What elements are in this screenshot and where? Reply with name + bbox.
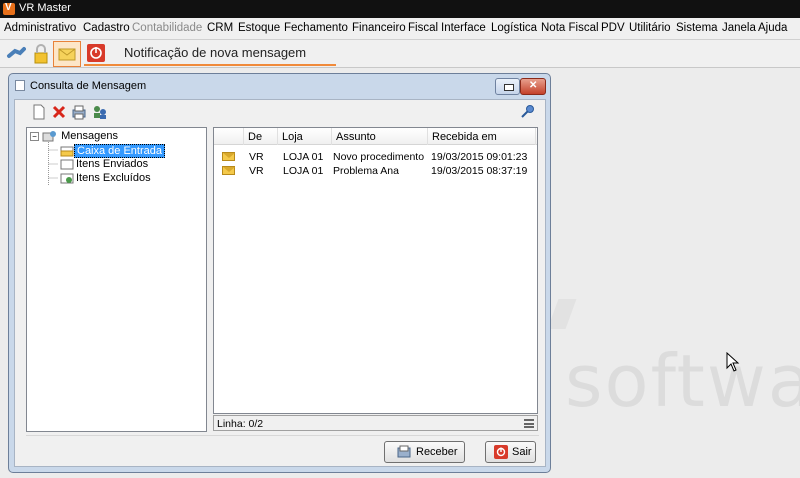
app-logo-icon [3, 2, 15, 15]
power-icon[interactable] [86, 43, 110, 65]
close-button[interactable] [520, 78, 546, 95]
receive-button[interactable]: Receber [384, 441, 465, 463]
notification-underline [84, 64, 336, 66]
tree-item[interactable]: Itens Enviados [60, 158, 150, 170]
document-icon [15, 80, 25, 91]
mouse-cursor-icon [726, 351, 740, 375]
tree-item[interactable]: Caixa de Entrada [60, 144, 165, 158]
column-header-de[interactable]: De [244, 128, 278, 145]
folder-tree: − Mensagens Caixa de Entrada Itens Enviad… [26, 127, 207, 432]
users-icon[interactable] [92, 104, 108, 120]
table-row[interactable]: VR LOJA 01 Novo procedimento 19/03/2015 09:… [214, 150, 537, 164]
power-icon [494, 445, 508, 459]
cell-loja: LOJA 01 [283, 151, 324, 163]
tree-item-label: Itens Enviados [76, 158, 149, 170]
envelope-icon [222, 166, 235, 175]
menu-fiscal[interactable]: Fiscal [408, 22, 438, 34]
column-header-recebida[interactable]: Recebida em [428, 128, 536, 145]
envelope-icon[interactable] [53, 41, 81, 67]
menu-estoque[interactable]: Estoque [238, 22, 280, 34]
dialog-title: Consulta de Mensagem [30, 80, 147, 92]
messages-folder-icon [42, 131, 57, 142]
tree-root-label: Mensagens [61, 130, 118, 142]
cell-de: VR [249, 151, 264, 163]
messages-table: De Loja Assunto Recebida em VR LOJA 01 Nov… [213, 127, 538, 414]
menu-financeiro[interactable]: Financeiro [352, 22, 406, 34]
restore-button[interactable] [495, 78, 520, 95]
exit-button[interactable]: Sair [485, 441, 536, 463]
app-title: VR Master [19, 2, 71, 14]
column-header-assunto[interactable]: Assunto [332, 128, 428, 145]
column-header-loja[interactable]: Loja [278, 128, 332, 145]
main-toolbar: Notificação de nova mensagem [0, 40, 800, 68]
key-search-icon[interactable] [520, 104, 536, 120]
menu-janela[interactable]: Janela [722, 22, 756, 34]
menu-utilit-rio[interactable]: Utilitário [629, 22, 671, 34]
message-dialog: Consulta de Mensagem − Mensagens Caix [8, 73, 551, 473]
row-count-status: Linha: 0/2 [217, 418, 264, 430]
app-titlebar: VR Master [0, 0, 800, 18]
deleted-folder-icon [60, 173, 74, 184]
menu-contabilidade[interactable]: Contabilidade [132, 22, 202, 34]
lock-icon[interactable] [31, 43, 55, 65]
table-header: De Loja Assunto Recebida em [214, 128, 537, 145]
menu-administrativo[interactable]: Administrativo [4, 22, 76, 34]
dialog-footer: Receber Sair [26, 435, 539, 463]
menu-sistema[interactable]: Sistema [676, 22, 718, 34]
new-document-icon[interactable] [31, 104, 47, 120]
watermark-mark [547, 299, 577, 329]
cell-recebida: 19/03/2015 08:37:19 [431, 165, 528, 177]
tree-lines [48, 142, 58, 186]
print-icon[interactable] [71, 104, 87, 120]
receive-icon [397, 445, 411, 458]
notification-text: Notificação de nova mensagem [124, 45, 307, 60]
menubar: Administrativo Cadastro Contabilidade CRM Es… [0, 18, 800, 40]
tree-root[interactable]: − Mensagens [30, 130, 120, 142]
menu-interface[interactable]: Interface [441, 22, 486, 34]
status-bar: Linha: 0/2 [213, 415, 538, 431]
inbox-folder-icon [60, 146, 74, 157]
dialog-titlebar[interactable]: Consulta de Mensagem [9, 74, 550, 98]
collapse-icon[interactable]: − [30, 131, 39, 141]
watermark-text: softwa [565, 339, 800, 423]
cell-loja: LOJA 01 [283, 165, 324, 177]
tree-item[interactable]: Itens Excluídos [60, 172, 153, 184]
cell-assunto: Problema Ana [333, 165, 399, 177]
cell-assunto: Novo procedimento [333, 151, 425, 163]
menu-pdv[interactable]: PDV [601, 22, 625, 34]
link-icon[interactable] [6, 43, 30, 65]
table-row[interactable]: VR LOJA 01 Problema Ana 19/03/2015 08:37:19 [214, 164, 537, 178]
menu-fechamento[interactable]: Fechamento [284, 22, 348, 34]
column-header-icon[interactable] [214, 128, 244, 145]
menu-crm[interactable]: CRM [207, 22, 233, 34]
tree-item-label: Caixa de Entrada [74, 144, 165, 158]
cell-recebida: 19/03/2015 09:01:23 [431, 151, 528, 163]
cell-de: VR [249, 165, 264, 177]
delete-icon[interactable] [51, 104, 67, 120]
menu-log-stica[interactable]: Logística [491, 22, 537, 34]
dialog-body: − Mensagens Caixa de Entrada Itens Enviad… [14, 99, 546, 467]
envelope-icon [222, 152, 235, 161]
list-menu-icon[interactable] [524, 419, 534, 428]
tree-item-label: Itens Excluídos [76, 172, 151, 184]
sent-folder-icon [60, 159, 74, 170]
menu-ajuda[interactable]: Ajuda [758, 22, 787, 34]
menu-cadastro[interactable]: Cadastro [83, 22, 130, 34]
menu-nota-fiscal[interactable]: Nota Fiscal [541, 22, 599, 34]
